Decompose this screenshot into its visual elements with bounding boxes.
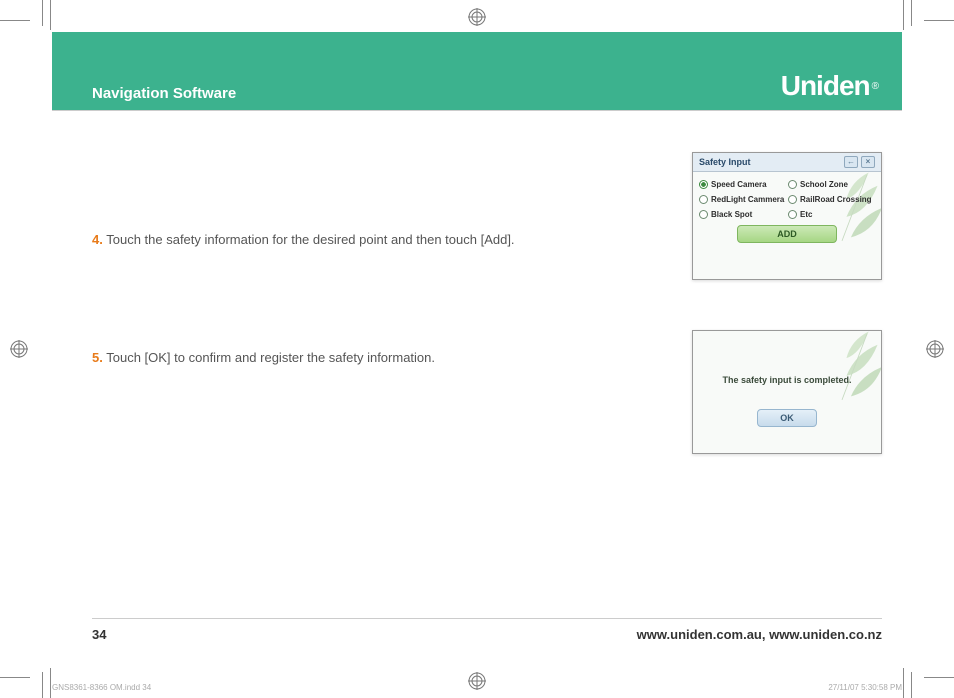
option-black-spot[interactable]: Black Spot	[699, 210, 786, 219]
panel-title-text: Safety Input	[699, 157, 751, 167]
confirmation-panel: The safety input is completed. OK	[692, 330, 882, 454]
register-mark-icon	[10, 340, 28, 358]
slug-file: GNS8361-8366 OM.indd 34	[52, 683, 151, 692]
brand-logo: Uniden®	[781, 70, 878, 102]
register-mark-icon	[926, 340, 944, 358]
print-slug: GNS8361-8366 OM.indd 34 27/11/07 5:30:58…	[52, 683, 902, 692]
page-footer: 34 www.uniden.com.au, www.uniden.co.nz	[92, 618, 882, 642]
panel-title-bar: Safety Input ← ×	[693, 153, 881, 172]
ok-button[interactable]: OK	[757, 409, 817, 427]
step-4-text: 4. Touch the safety information for the …	[92, 152, 692, 247]
back-icon[interactable]: ←	[844, 156, 858, 168]
step-number: 5.	[92, 350, 103, 365]
step-body: Touch the safety information for the des…	[106, 232, 514, 247]
close-icon[interactable]: ×	[861, 156, 875, 168]
confirmation-message: The safety input is completed.	[699, 339, 875, 385]
add-button[interactable]: ADD	[737, 225, 837, 243]
register-mark-icon	[468, 8, 486, 26]
safety-options: Speed Camera School Zone RedLight Cammer…	[699, 180, 875, 219]
manual-page: Navigation Software Uniden® 4. Touch the…	[52, 32, 902, 664]
option-etc[interactable]: Etc	[788, 210, 875, 219]
divider	[52, 110, 902, 111]
safety-input-panel: Safety Input ← × Speed Camera	[692, 152, 882, 280]
option-speed-camera[interactable]: Speed Camera	[699, 180, 786, 189]
option-redlight-camera[interactable]: RedLight Cammera	[699, 195, 786, 204]
slug-timestamp: 27/11/07 5:30:58 PM	[828, 683, 902, 692]
option-railroad-crossing[interactable]: RailRoad Crossing	[788, 195, 875, 204]
page-number: 34	[92, 627, 106, 642]
step-4-row: 4. Touch the safety information for the …	[92, 152, 882, 280]
step-body: Touch [OK] to confirm and register the s…	[106, 350, 435, 365]
header-bar: Navigation Software Uniden®	[52, 32, 902, 110]
option-school-zone[interactable]: School Zone	[788, 180, 875, 189]
step-number: 4.	[92, 232, 103, 247]
footer-urls: www.uniden.com.au, www.uniden.co.nz	[637, 627, 882, 642]
content-area: 4. Touch the safety information for the …	[92, 152, 882, 604]
section-title: Navigation Software	[92, 85, 236, 102]
step-5-text: 5. Touch [OK] to confirm and register th…	[92, 310, 692, 365]
step-5-row: 5. Touch [OK] to confirm and register th…	[92, 310, 882, 454]
